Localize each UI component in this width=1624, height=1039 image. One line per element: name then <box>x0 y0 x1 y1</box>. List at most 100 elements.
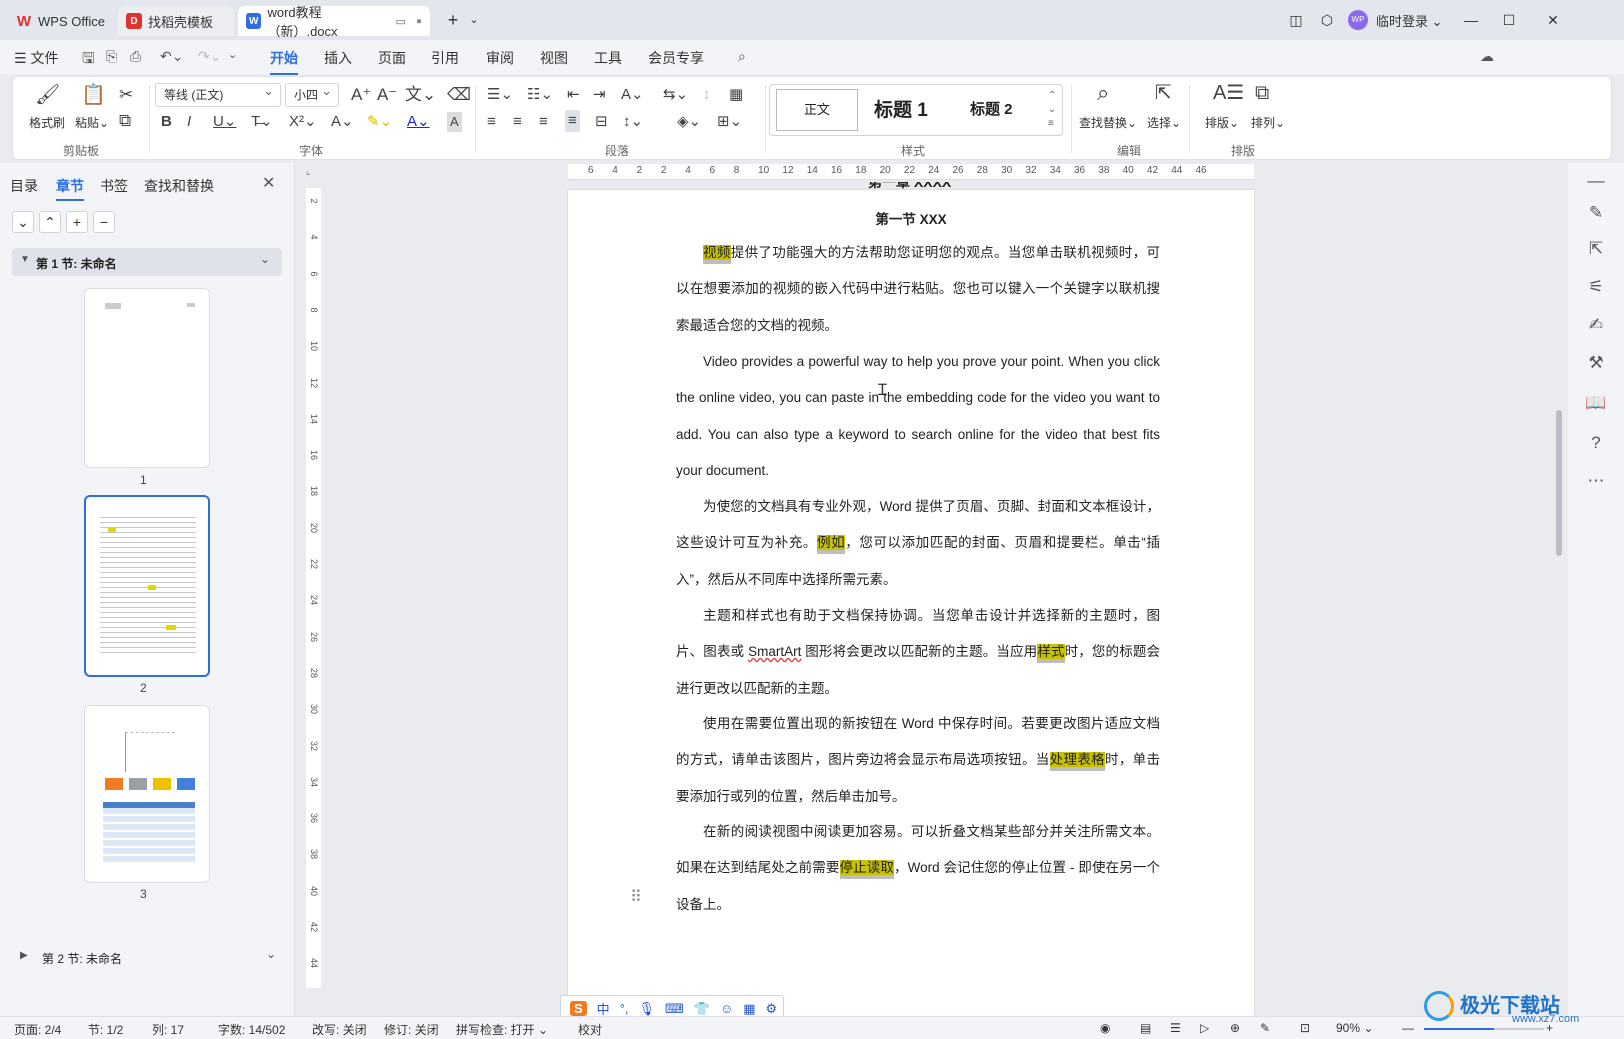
border-icon[interactable]: ⊞⌄ <box>717 112 742 132</box>
drag-handle-icon[interactable]: ⠿ <box>630 887 642 907</box>
style-heading2[interactable]: 标题 2 <box>970 98 1013 119</box>
keyboard-icon[interactable]: ⌨ <box>665 1001 684 1017</box>
menu-insert[interactable]: 插入 <box>324 48 352 68</box>
paste-icon[interactable]: 📋 <box>81 85 106 105</box>
minimize-icon[interactable]: — <box>1458 8 1484 32</box>
vertical-scrollbar[interactable] <box>1554 180 1564 1015</box>
cube-icon[interactable]: ⬡ <box>1314 8 1340 32</box>
numbered-list-icon[interactable]: ☷⌄ <box>527 85 553 105</box>
bullet-list-icon[interactable]: ☰⌄ <box>487 85 513 105</box>
file-menu[interactable]: ☰ 文件 <box>14 48 58 68</box>
text-effect-icon[interactable]: A⌄ <box>331 112 354 132</box>
typeset-button[interactable]: 排版⌄ <box>1205 114 1239 131</box>
style-normal[interactable]: 正文 <box>776 89 858 131</box>
menu-page[interactable]: 页面 <box>378 48 406 68</box>
tab-find-replace[interactable]: 查找和替换 <box>144 176 214 196</box>
select-cursor-icon[interactable]: ⇱ <box>1155 83 1172 103</box>
sort-icon[interactable]: ↕ <box>703 85 711 105</box>
punctuation-icon[interactable]: °, <box>620 1001 629 1016</box>
page-thumbnail-3[interactable] <box>84 705 210 883</box>
status-section[interactable]: 节: 1/2 <box>88 1021 123 1038</box>
book-icon[interactable]: 📖 <box>1582 391 1610 415</box>
ruler-corner-icon[interactable]: ⌞ <box>306 166 311 177</box>
justify-icon[interactable]: ≡ <box>565 110 580 132</box>
fit-page-icon[interactable]: ⊡ <box>1300 1021 1310 1035</box>
status-spellcheck[interactable]: 拼写检查: 打开 ⌄ <box>456 1021 548 1038</box>
zoom-out-icon[interactable]: — <box>1402 1021 1414 1035</box>
tab-template[interactable]: D 找稻壳模板 <box>118 6 234 36</box>
line-spacing-icon[interactable]: ↕⌄ <box>623 112 643 132</box>
menu-reference[interactable]: 引用 <box>431 48 459 68</box>
menu-home[interactable]: 开始 <box>270 48 298 75</box>
collapse-down-icon[interactable]: ⌄ <box>12 211 34 233</box>
pointer-icon[interactable]: ⇱ <box>1582 237 1610 261</box>
page-thumbnail-2[interactable] <box>84 495 210 677</box>
show-marks-icon[interactable]: ▦ <box>729 85 743 105</box>
monitor-icon[interactable]: ▭ <box>396 15 406 28</box>
mic-icon[interactable]: 🎙 <box>639 1001 656 1017</box>
comment-icon[interactable]: ☁ <box>1480 48 1494 65</box>
tab-chapter[interactable]: 章节 <box>56 176 84 196</box>
expand-up-icon[interactable]: ⌃ <box>39 211 61 233</box>
shading-icon[interactable]: ◈⌄ <box>677 112 701 132</box>
document-page[interactable]: 第一章 XXXX 第一节 XXX 视频提供了功能强大的方法帮助您证明您的观点。当… <box>568 182 1254 1030</box>
increase-indent-icon[interactable]: ⇥ <box>593 85 606 105</box>
tab-wps-office[interactable]: W WPS Office <box>8 6 116 36</box>
tab-list-chevron-icon[interactable]: ⌄ <box>461 8 487 32</box>
tab-toc[interactable]: 目录 <box>10 176 38 196</box>
font-name-select[interactable]: 等线 (正文) <box>155 80 281 107</box>
paste-button[interactable]: 粘贴⌄ <box>75 114 109 131</box>
unsaved-dot-icon[interactable]: ● <box>416 16 422 27</box>
font-color-icon[interactable]: A⌄ <box>407 112 430 132</box>
char-shading-icon[interactable]: A <box>447 112 462 132</box>
format-painter-icon[interactable]: 🖌 <box>35 85 60 105</box>
arrange-button[interactable]: 排列⌄ <box>1251 114 1285 131</box>
typeset-icon[interactable]: A☰ <box>1213 83 1244 103</box>
outline-view-icon[interactable]: ☰ <box>1170 1021 1181 1035</box>
adjust-icon[interactable]: ⚟ <box>1582 275 1610 299</box>
clear-format-icon[interactable]: ⌫ <box>447 85 471 105</box>
collapse-icon[interactable]: — <box>1582 169 1610 193</box>
export-icon[interactable]: ⎘ <box>106 48 117 65</box>
menu-tools[interactable]: 工具 <box>594 48 622 68</box>
close-pane-icon[interactable]: ✕ <box>262 173 275 193</box>
web-view-icon[interactable]: ⊕ <box>1230 1021 1240 1035</box>
status-word-count[interactable]: 字数: 14/502 <box>218 1021 285 1038</box>
tab-bookmark[interactable]: 书签 <box>100 176 128 196</box>
save-icon[interactable]: 🖫 <box>82 48 95 73</box>
italic-icon[interactable]: I <box>187 112 191 132</box>
tab-document[interactable]: W word教程（新）.docx ▭ ● <box>238 5 430 39</box>
remove-section-icon[interactable]: − <box>93 211 115 233</box>
status-proofread[interactable]: 校对 <box>578 1021 602 1038</box>
quick-access-chevron-icon[interactable]: ⌄ <box>228 48 237 61</box>
undo-icon[interactable]: ↶⌄ <box>160 48 183 65</box>
format-painter-button[interactable]: 格式刷 <box>29 114 65 131</box>
emoji-icon[interactable]: ☺ <box>720 1001 733 1016</box>
shrink-font-icon[interactable]: A⁻ <box>377 85 397 105</box>
add-section-icon[interactable]: + <box>66 211 88 233</box>
superscript-icon[interactable]: X²⌄ <box>289 112 317 132</box>
scrollbar-thumb[interactable] <box>1556 410 1562 556</box>
apps-icon[interactable]: ▦ <box>743 1001 755 1017</box>
find-icon[interactable]: ⌕ <box>1097 82 1109 104</box>
text-direction-icon[interactable]: ⇆⌄ <box>663 85 688 105</box>
skin-icon[interactable]: 👕 <box>694 1001 710 1017</box>
status-track-changes[interactable]: 修订: 关闭 <box>384 1021 439 1038</box>
distributed-icon[interactable]: ⊟ <box>595 112 608 132</box>
copy-icon[interactable]: ⧉ <box>119 111 131 131</box>
cut-icon[interactable]: ✂ <box>119 85 133 105</box>
status-overwrite[interactable]: 改写: 关闭 <box>312 1021 367 1038</box>
tools-icon[interactable]: ⚒ <box>1582 351 1610 375</box>
section-menu-chevron-icon[interactable]: ⌄ <box>266 947 276 961</box>
eye-protect-icon[interactable]: ◉ <box>1100 1021 1110 1035</box>
menu-review[interactable]: 审阅 <box>486 48 514 68</box>
style-scroll-icon[interactable]: ⌃ ⌄ ≡ <box>1048 89 1056 131</box>
zoom-select[interactable]: 90% ⌄ <box>1336 1021 1373 1035</box>
more-icon[interactable]: ⋯ <box>1582 469 1610 493</box>
section-2-row[interactable]: ▶ 第 2 节: 未命名 ⌄ <box>12 945 282 971</box>
handwriting-icon[interactable]: ✍ <box>1582 313 1610 337</box>
search-icon[interactable]: ⌕ <box>738 48 746 65</box>
find-replace-button[interactable]: 查找替换⌄ <box>1079 114 1137 131</box>
font-size-select[interactable]: 小四 <box>285 80 339 107</box>
page-view-icon[interactable]: ▤ <box>1140 1021 1151 1035</box>
